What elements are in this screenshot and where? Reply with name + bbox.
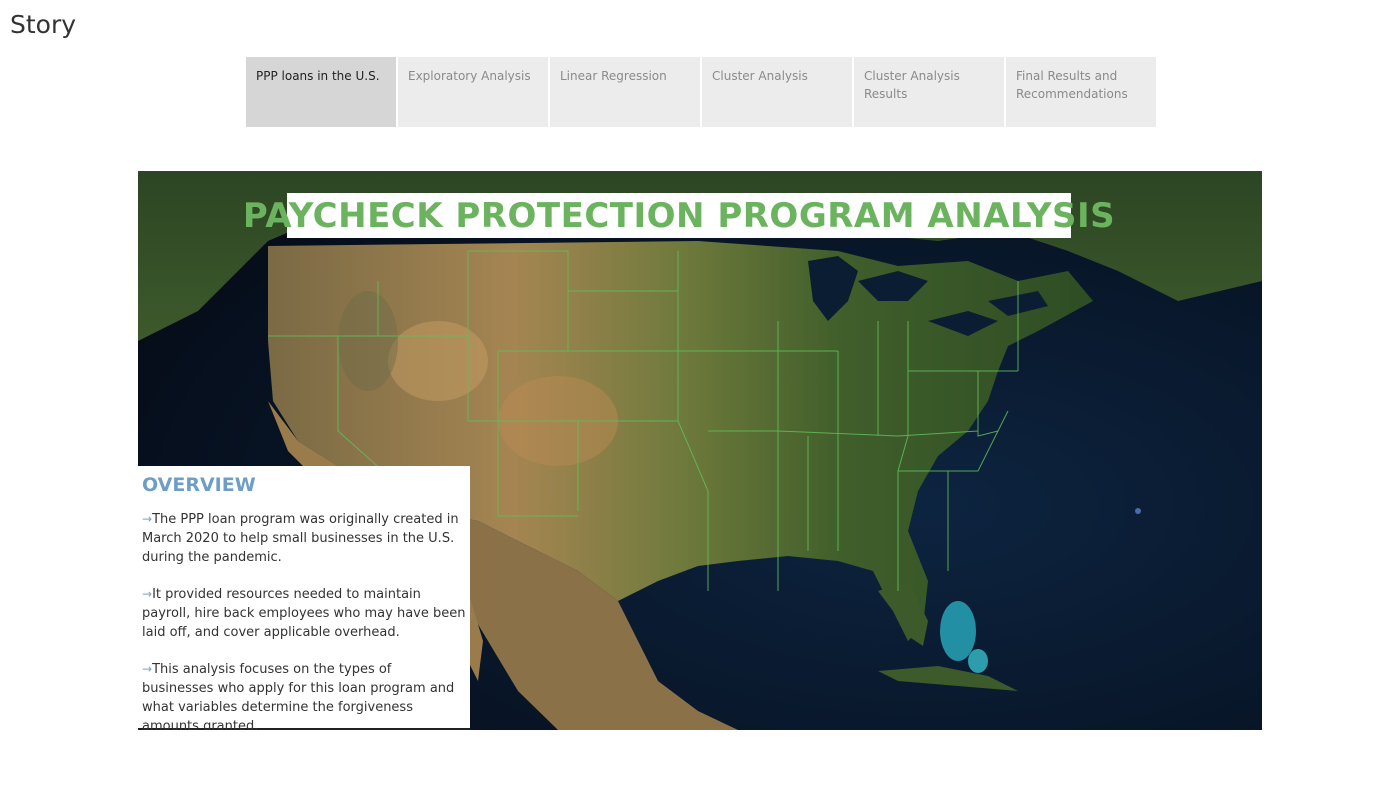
tab-final-results[interactable]: Final Results and Recommendations: [1006, 57, 1156, 127]
overview-text: The PPP loan program was originally crea…: [142, 512, 459, 565]
satellite-map[interactable]: PAYCHECK PROTECTION PROGRAM ANALYSIS OVE…: [138, 171, 1262, 730]
tab-linear-regression[interactable]: Linear Regression: [550, 57, 700, 127]
tab-cluster-analysis[interactable]: Cluster Analysis: [702, 57, 852, 127]
overview-text: This analysis focuses on the types of bu…: [142, 662, 455, 730]
overview-text: It provided resources needed to maintain…: [142, 587, 466, 640]
story-tabs: PPP loans in the U.S. Exploratory Analys…: [246, 57, 1156, 127]
arrow-right-icon: →: [142, 512, 153, 526]
dashboard-headline: PAYCHECK PROTECTION PROGRAM ANALYSIS: [242, 195, 1116, 236]
headline-box: PAYCHECK PROTECTION PROGRAM ANALYSIS: [243, 193, 1115, 238]
overview-heading: OVERVIEW: [142, 474, 256, 496]
story-title: Story: [10, 10, 77, 39]
tab-cluster-analysis-results[interactable]: Cluster Analysis Results: [854, 57, 1004, 127]
arrow-right-icon: →: [142, 587, 153, 601]
overview-panel: OVERVIEW →The PPP loan program was origi…: [138, 466, 470, 730]
overview-paragraph: →It provided resources needed to maintai…: [142, 585, 466, 642]
overview-paragraph: →The PPP loan program was originally cre…: [142, 510, 466, 567]
overview-paragraph: →This analysis focuses on the types of b…: [142, 660, 466, 730]
tab-exploratory-analysis[interactable]: Exploratory Analysis: [398, 57, 548, 127]
tab-ppp-loans[interactable]: PPP loans in the U.S.: [246, 57, 396, 127]
arrow-right-icon: →: [142, 662, 153, 676]
